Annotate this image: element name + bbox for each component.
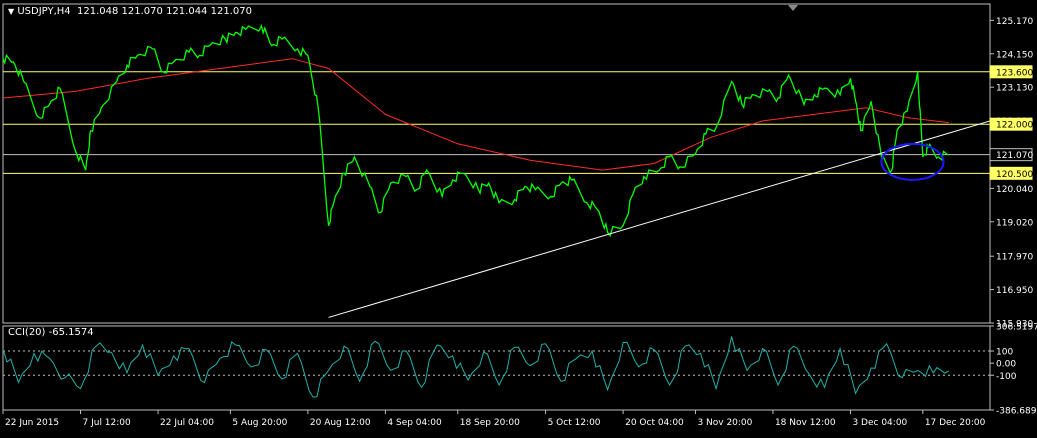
x-tick-label: 3 Dec 04:00 <box>852 418 907 428</box>
x-tick-label: 5 Aug 20:00 <box>232 418 287 428</box>
level-tag-label: 122.000 <box>996 121 1033 131</box>
cci-tick-label: 306.5197 <box>996 323 1037 333</box>
x-tick-label: 22 Jun 2015 <box>5 418 59 428</box>
y-tick-label: 125.170 <box>996 17 1033 27</box>
chart: 125.170124.150123.130122.110121.070120.0… <box>0 0 1037 434</box>
ohlc-readout: 121.048 121.070 121.044 121.070 <box>77 6 252 17</box>
x-tick-label: 18 Sep 20:00 <box>460 418 520 428</box>
x-tick-label: 4 Sep 04:00 <box>387 418 442 428</box>
x-tick-label: 20 Aug 12:00 <box>310 418 371 428</box>
cci-tick-label: 100 <box>996 348 1013 358</box>
cci-tick-label: 0.00 <box>996 360 1016 370</box>
symbol-label: USDJPY,H4 <box>17 6 71 17</box>
chart-header: ▼ USDJPY,H4 121.048 121.070 121.044 121.… <box>8 6 252 17</box>
x-tick-label: 3 Nov 20:00 <box>697 418 752 428</box>
cci-label: CCI(20) -65.1574 <box>8 327 94 338</box>
level-tag-label: 120.500 <box>996 170 1033 180</box>
cci-tick-label: -100 <box>996 372 1017 382</box>
x-tick-label: 18 Nov 12:00 <box>775 418 836 428</box>
cci-tick-label: -386.6892 <box>996 407 1037 417</box>
level-tag-label: 121.070 <box>996 151 1033 161</box>
collapse-triangle-icon[interactable]: ▼ <box>8 7 14 16</box>
y-tick-label: 117.970 <box>996 253 1033 263</box>
level-price-tag: 123.600 <box>989 65 1033 79</box>
x-tick-label: 20 Oct 04:00 <box>625 418 684 428</box>
level-price-tag: 121.070 <box>989 148 1033 162</box>
y-tick-label: 116.950 <box>996 286 1033 296</box>
y-tick-label: 124.150 <box>996 50 1033 60</box>
level-price-tag: 120.500 <box>989 166 1033 180</box>
y-tick-label: 119.020 <box>996 218 1033 228</box>
y-tick-label: 120.040 <box>996 185 1033 195</box>
chart-canvas: 125.170124.150123.130122.110121.070120.0… <box>0 0 1037 434</box>
x-tick-label: 17 Dec 20:00 <box>925 418 986 428</box>
cci-header: CCI(20) -65.1574 <box>8 327 94 338</box>
level-tag-label: 123.600 <box>996 68 1033 78</box>
x-tick-label: 22 Jul 04:00 <box>160 418 214 428</box>
y-tick-label: 123.130 <box>996 84 1033 94</box>
x-tick-label: 7 Jul 12:00 <box>83 418 132 428</box>
level-price-tag: 122.000 <box>989 117 1033 131</box>
x-tick-label: 5 Oct 12:00 <box>548 418 601 428</box>
